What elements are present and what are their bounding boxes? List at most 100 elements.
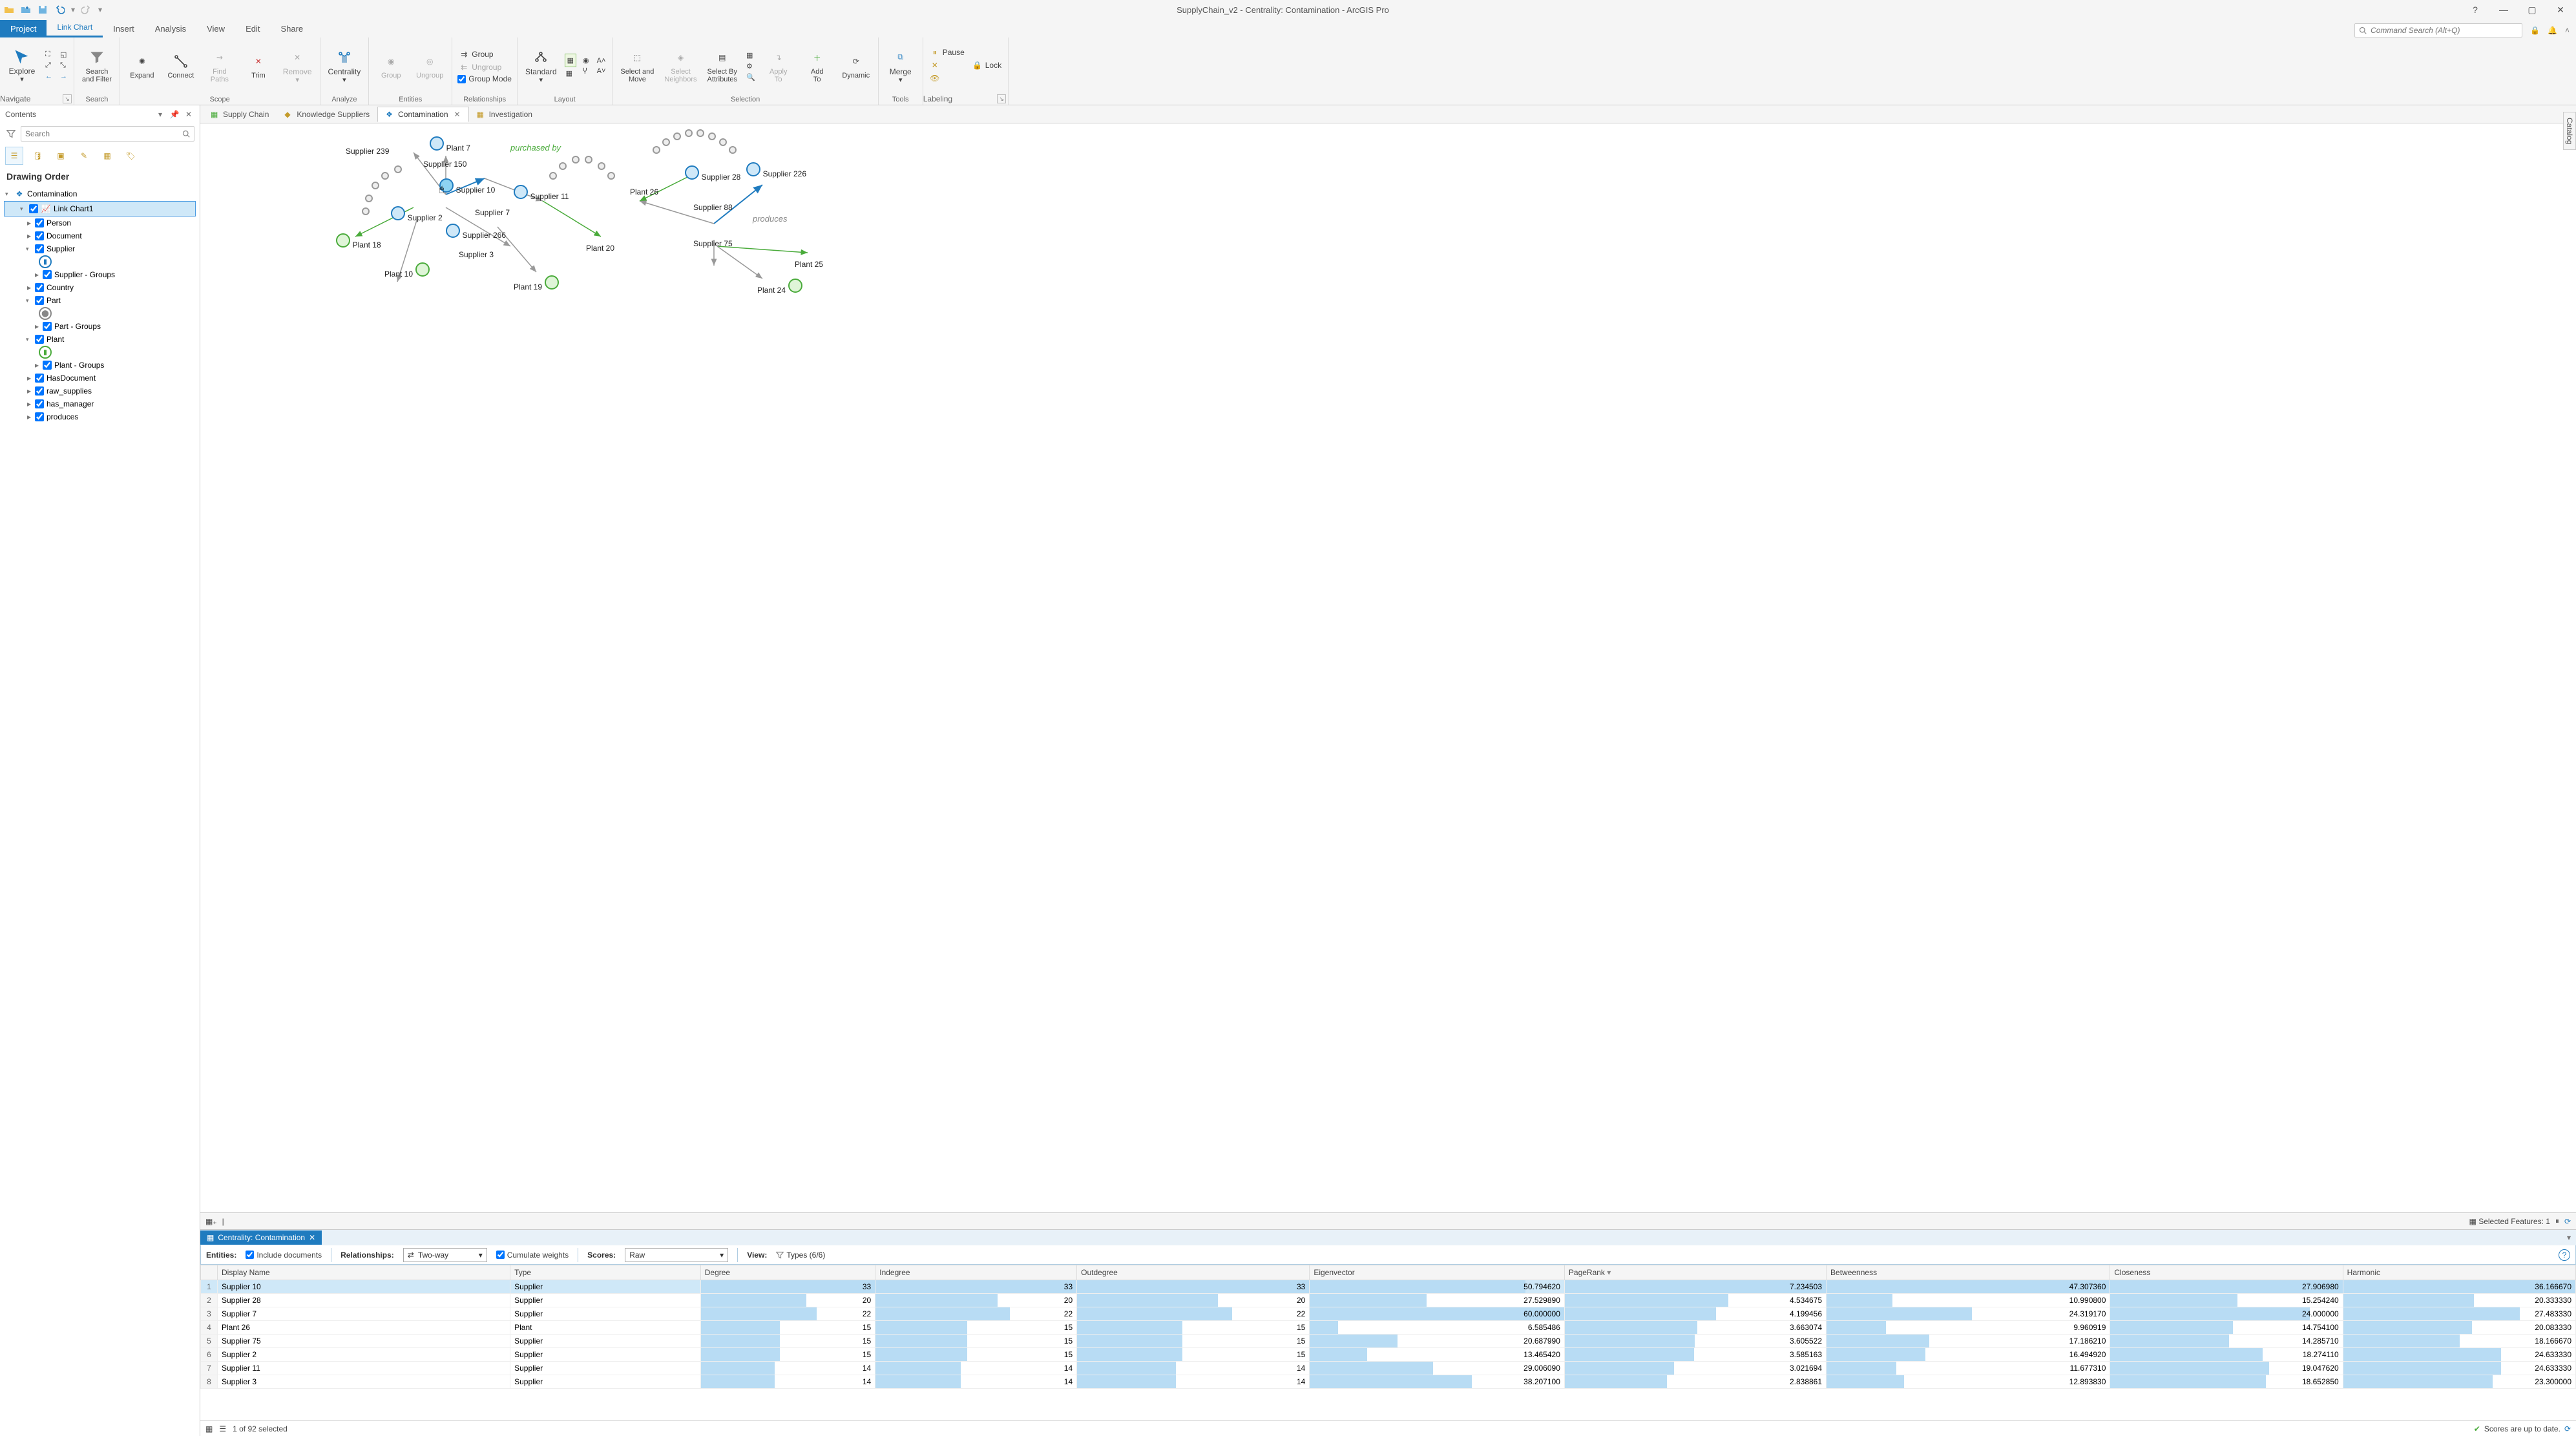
col-outdegree[interactable]: Outdegree (1077, 1265, 1310, 1280)
tree-layer-country[interactable]: ▸Country (0, 281, 200, 294)
col-indegree[interactable]: Indegree (875, 1265, 1077, 1280)
merge-button[interactable]: ⧉Merge▾ (884, 47, 917, 86)
layout-tree-icon[interactable]: Ⴤ (581, 67, 591, 76)
explore-button[interactable]: Explore▾ (5, 46, 39, 85)
command-search-input[interactable] (2371, 26, 2518, 35)
tree-root[interactable]: ▾❖Contamination (0, 187, 200, 201)
group-mode-checkbox[interactable]: Group Mode (457, 74, 512, 83)
select-zoom-icon[interactable]: 🔍 (745, 72, 757, 82)
node-plant-10[interactable]: Plant 10 (384, 262, 430, 279)
doc-tab-knowledge-suppliers[interactable]: ◆Knowledge Suppliers (277, 107, 377, 121)
close-tab-icon[interactable]: ✕ (452, 110, 461, 119)
select-by-attributes-button[interactable]: ▤Select By Attributes (705, 47, 740, 85)
relationships-group-button[interactable]: ⇉Group (457, 48, 512, 60)
node-plant-25[interactable]: Plant 25 (795, 259, 823, 269)
node-supplier-3[interactable]: Supplier 3 (459, 249, 494, 259)
help-icon[interactable]: ? (2559, 1249, 2570, 1261)
maximize-button[interactable]: ▢ (2519, 2, 2545, 17)
node-supplier-75[interactable]: Supplier 75 (693, 238, 733, 248)
ribbon-collapse-icon[interactable]: ˄ (2565, 26, 2570, 35)
scores-combo[interactable]: Raw▾ (625, 1248, 728, 1262)
next-extent-icon[interactable]: → (59, 72, 68, 81)
labeling-view-button[interactable]: 👁 (928, 72, 966, 84)
include-documents-checkbox[interactable]: Include documents (246, 1251, 322, 1260)
direction-combo[interactable]: ⇄Two-way▾ (403, 1248, 487, 1262)
filter-icon[interactable] (5, 128, 17, 140)
open-project-icon[interactable] (3, 3, 16, 16)
trim-button[interactable]: ✕Trim (242, 50, 275, 81)
cumulate-weights-checkbox[interactable]: Cumulate weights (496, 1251, 569, 1260)
node-plant-20[interactable]: Plant 20 (586, 243, 614, 253)
list-by-drawing-order-icon[interactable]: ☰ (5, 147, 23, 165)
table-row[interactable]: 3Supplier 7Supplier22222260.0000004.1994… (201, 1307, 2576, 1321)
doc-tab-supply-chain[interactable]: ▦Supply Chain (203, 107, 277, 121)
col-type[interactable]: Type (510, 1265, 701, 1280)
apply-to-button[interactable]: ↴Apply To (762, 47, 795, 85)
command-search[interactable] (2354, 23, 2522, 37)
font-decrease-icon[interactable]: A˅ (596, 67, 607, 76)
refresh-scores-icon[interactable]: ⟳ (2564, 1424, 2571, 1433)
tree-layer-supplier[interactable]: ▾Supplier (0, 242, 200, 255)
search-and-filter-button[interactable]: Search and Filter (79, 47, 114, 85)
full-extent-icon[interactable]: ⛶ (44, 50, 54, 59)
undo-icon[interactable] (53, 3, 66, 16)
graph-canvas[interactable]: Supplier 239 Plant 7 Supplier 150 Suppli… (200, 123, 2576, 1212)
remove-button[interactable]: ✕Remove▾ (280, 47, 315, 86)
fit-window-icon[interactable]: ⤡ (59, 61, 68, 70)
tab-edit[interactable]: Edit (235, 20, 270, 37)
node-supplier-28[interactable]: Supplier 28 (685, 165, 740, 182)
contents-search[interactable] (21, 126, 194, 142)
labeling-launcher[interactable]: ↘ (997, 94, 1006, 103)
labeling-pause-button[interactable]: ⏸Pause (928, 47, 966, 58)
layout-grid-icon[interactable]: ▦ (565, 69, 576, 78)
tree-link-chart[interactable]: ▾📈Link Chart1 (4, 201, 196, 216)
tree-layer-supplier-groups[interactable]: ▸Supplier - Groups (0, 268, 200, 281)
tree-layer-part-groups[interactable]: ▸Part - Groups (0, 320, 200, 333)
doc-tab-contamination[interactable]: ❖Contamination✕ (377, 107, 468, 122)
standard-layout-button[interactable]: Standard▾ (523, 47, 560, 86)
list-by-snapping-icon[interactable]: ▦ (98, 147, 116, 165)
table-row[interactable]: 5Supplier 75Supplier15151520.6879903.605… (201, 1335, 2576, 1348)
entities-group-button[interactable]: ◉Group (374, 50, 408, 81)
grid-view-icon[interactable]: ▦ (205, 1424, 213, 1433)
add-bookmark-icon[interactable]: ▦₊ (205, 1217, 217, 1226)
labeling-clear-button[interactable]: ✕ (928, 59, 966, 71)
node-plant-26[interactable]: Plant 26 (630, 187, 658, 196)
centrality-tab-close-icon[interactable]: ✕ (309, 1233, 315, 1242)
select-settings-icon[interactable]: ⚙ (745, 61, 757, 71)
contents-menu-icon[interactable]: ▾ (154, 109, 166, 120)
col-degree[interactable]: Degree (700, 1265, 875, 1280)
help-icon[interactable]: ? (2462, 2, 2488, 17)
notifications-icon[interactable]: 🔔 (2548, 26, 2557, 35)
fit-selection-icon[interactable]: ⤢ (44, 61, 54, 70)
tree-layer-plant[interactable]: ▾Plant (0, 333, 200, 346)
minimize-button[interactable]: — (2491, 2, 2517, 17)
col-betweenness[interactable]: Betweenness (1827, 1265, 2110, 1280)
redo-icon[interactable] (80, 3, 93, 16)
col-harmonic[interactable]: Harmonic (2343, 1265, 2575, 1280)
node-supplier-239[interactable]: Supplier 239 (346, 146, 389, 156)
table-row[interactable]: 8Supplier 3Supplier14141438.2071002.8388… (201, 1375, 2576, 1389)
tab-view[interactable]: View (196, 20, 235, 37)
refresh-icon[interactable]: ⟳ (2564, 1217, 2571, 1226)
tree-layer-person[interactable]: ▸Person (0, 216, 200, 229)
col-eigenvector[interactable]: Eigenvector (1310, 1265, 1565, 1280)
col-pagerank[interactable]: PageRank ▾ (1564, 1265, 1826, 1280)
find-paths-button[interactable]: ⇝Find Paths (203, 47, 236, 85)
table-row[interactable]: 1Supplier 10Supplier33333350.7946207.234… (201, 1280, 2576, 1294)
prev-extent-icon[interactable]: ← (44, 72, 54, 81)
centrality-menu-icon[interactable]: ▾ (2567, 1233, 2576, 1242)
qat-dropdown-2[interactable]: ▾ (97, 5, 103, 14)
node-supplier-88[interactable]: Supplier 88 (693, 202, 733, 212)
close-button[interactable]: ✕ (2548, 2, 2573, 17)
save-icon[interactable] (36, 3, 49, 16)
catalog-tab[interactable]: Catalog (2563, 112, 2576, 150)
table-row[interactable]: 6Supplier 2Supplier15151513.4654203.5851… (201, 1348, 2576, 1362)
connect-button[interactable]: Connect (164, 50, 198, 81)
card-view-icon[interactable]: ☰ (219, 1424, 226, 1433)
types-button[interactable]: Types (6/6) (776, 1251, 825, 1260)
relationships-ungroup-button[interactable]: ⇇Ungroup (457, 61, 512, 73)
entities-ungroup-button[interactable]: ◎Ungroup (413, 50, 446, 81)
table-row[interactable]: 4Plant 26Plant1515156.5854863.6630749.96… (201, 1321, 2576, 1335)
expand-button[interactable]: ✺Expand (125, 50, 159, 81)
